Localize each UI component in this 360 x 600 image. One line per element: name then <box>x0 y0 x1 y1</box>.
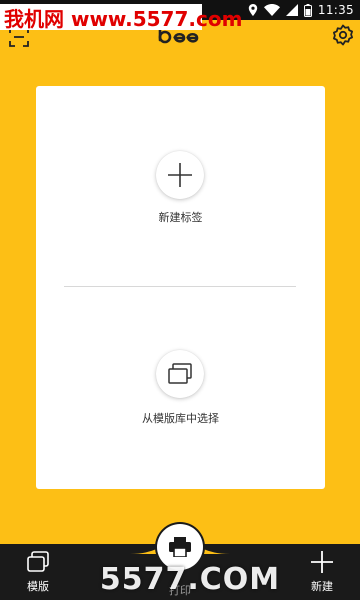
settings-icon[interactable] <box>332 24 354 46</box>
choose-template-button[interactable] <box>156 350 204 398</box>
location-icon <box>248 4 258 16</box>
templates-icon <box>168 363 192 384</box>
plus-icon <box>168 163 192 187</box>
templates-nav-icon <box>27 551 49 572</box>
wifi-icon <box>263 4 280 16</box>
card-divider <box>64 286 296 287</box>
watermark-top: 我机网 www.5577.com <box>0 4 242 31</box>
battery-icon <box>303 3 312 17</box>
new-label-text[interactable]: 新建标签 <box>36 209 325 225</box>
plus-nav-icon <box>311 551 333 573</box>
main-card: 新建标签 从模版库中选择 <box>36 86 325 489</box>
printer-icon <box>169 537 191 557</box>
signal-icon <box>285 4 298 16</box>
status-time: 11:35 <box>317 3 354 17</box>
new-label-button[interactable] <box>156 151 204 199</box>
choose-template-text[interactable]: 从模版库中选择 <box>36 410 325 426</box>
watermark-bottom: 5577.COM <box>99 561 281 597</box>
